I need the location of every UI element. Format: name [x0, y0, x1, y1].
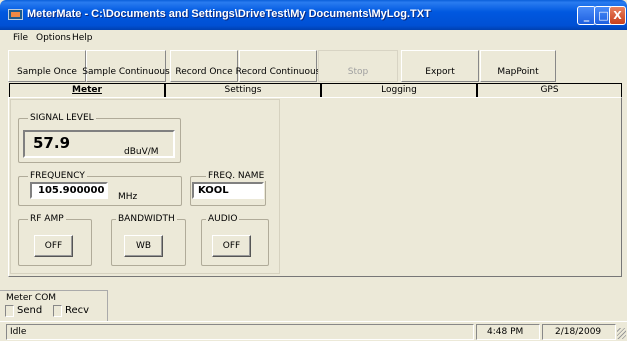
- menu-file[interactable]: File: [13, 33, 28, 43]
- frequency-unit: MHz: [118, 192, 138, 202]
- tab-meter[interactable]: Meter: [9, 83, 165, 97]
- rf-amp-label: RF AMP: [28, 214, 66, 224]
- send-indicator: [5, 305, 14, 317]
- close-button[interactable]: X: [609, 6, 626, 25]
- recv-label: Recv: [65, 305, 90, 316]
- resize-grip[interactable]: [617, 328, 626, 339]
- signal-level-label: SIGNAL LEVEL: [28, 113, 96, 123]
- status-text: Idle: [6, 324, 474, 340]
- tab-gps[interactable]: GPS: [477, 83, 622, 97]
- signal-level-unit: dBuV/M: [124, 147, 159, 157]
- sample-continuous-button[interactable]: Sample Continuous: [82, 50, 170, 82]
- audio-label: AUDIO: [206, 214, 240, 224]
- send-label: Send: [17, 305, 43, 316]
- tab-settings[interactable]: Settings: [165, 83, 321, 97]
- frequency-input[interactable]: 105.900000: [30, 182, 108, 199]
- tab-logging[interactable]: Logging: [321, 83, 477, 97]
- recv-indicator: [53, 305, 62, 317]
- record-once-button[interactable]: Record Once: [170, 50, 238, 82]
- export-button[interactable]: Export: [401, 50, 479, 82]
- stop-button[interactable]: Stop: [318, 50, 398, 82]
- mappoint-button[interactable]: MapPoint: [480, 50, 556, 82]
- bandwidth-label: BANDWIDTH: [116, 214, 177, 224]
- signal-level-value: 57.9: [33, 134, 71, 152]
- bandwidth-button[interactable]: WB: [124, 235, 163, 257]
- audio-button[interactable]: OFF: [212, 235, 251, 257]
- window-title: MeterMate - C:\Documents and Settings\Dr…: [27, 8, 431, 20]
- menu-help[interactable]: Help: [72, 33, 93, 43]
- record-continuous-button[interactable]: Record Continuous: [236, 50, 320, 82]
- sample-once-button[interactable]: Sample Once: [8, 50, 86, 82]
- menu-bar: [0, 30, 627, 46]
- frequency-label: FREQUENCY: [28, 171, 87, 181]
- meter-com-label: Meter COM: [6, 293, 57, 303]
- menu-options[interactable]: Options: [36, 33, 71, 43]
- freq-name-input[interactable]: KOOL: [192, 182, 264, 199]
- status-time: 4:48 PM: [476, 324, 540, 340]
- rf-amp-button[interactable]: OFF: [34, 235, 73, 257]
- status-date: 2/18/2009: [542, 324, 616, 340]
- freq-name-label: FREQ. NAME: [206, 171, 267, 181]
- app-icon[interactable]: [8, 9, 23, 20]
